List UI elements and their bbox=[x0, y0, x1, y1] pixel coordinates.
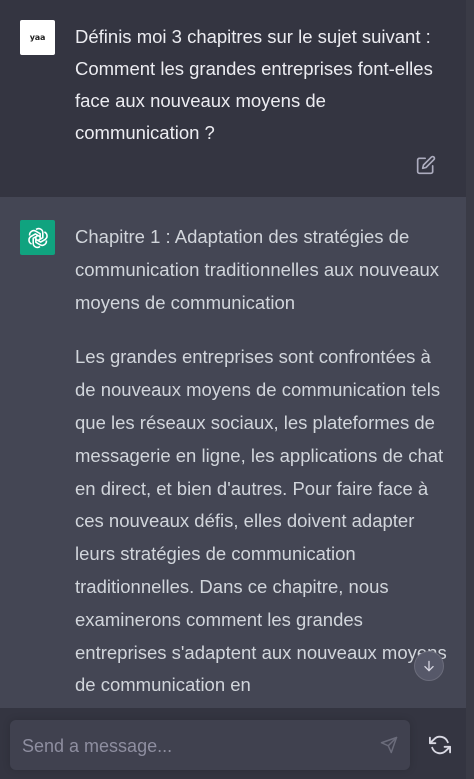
assistant-message: Chapitre 1 : Adaptation des stratégies d… bbox=[0, 197, 474, 717]
scroll-down-button[interactable] bbox=[414, 651, 444, 681]
user-avatar: yaa bbox=[20, 20, 55, 55]
assistant-avatar bbox=[20, 220, 55, 255]
user-message: yaa Définis moi 3 chapitres sur le sujet… bbox=[0, 0, 474, 197]
user-message-text: Définis moi 3 chapitres sur le sujet sui… bbox=[75, 26, 433, 143]
user-avatar-text: yaa bbox=[29, 33, 46, 42]
assistant-paragraph: Les grandes entreprises sont confrontées… bbox=[75, 346, 447, 696]
edit-icon[interactable] bbox=[415, 154, 437, 176]
regenerate-icon bbox=[429, 735, 451, 755]
openai-logo-icon bbox=[27, 227, 48, 248]
message-input-box bbox=[10, 720, 410, 772]
message-input[interactable] bbox=[20, 720, 364, 772]
regenerate-button[interactable] bbox=[428, 733, 452, 757]
chat-page: yaa Définis moi 3 chapitres sur le sujet… bbox=[0, 0, 474, 779]
send-icon bbox=[380, 736, 398, 754]
arrow-down-icon bbox=[424, 660, 434, 672]
assistant-message-text: Chapitre 1 : Adaptation des stratégies d… bbox=[75, 221, 450, 717]
composer-bar bbox=[0, 708, 474, 779]
scrollbar-track[interactable] bbox=[466, 0, 474, 779]
assistant-heading: Chapitre 1 : Adaptation des stratégies d… bbox=[75, 226, 440, 313]
send-button[interactable] bbox=[378, 734, 400, 756]
